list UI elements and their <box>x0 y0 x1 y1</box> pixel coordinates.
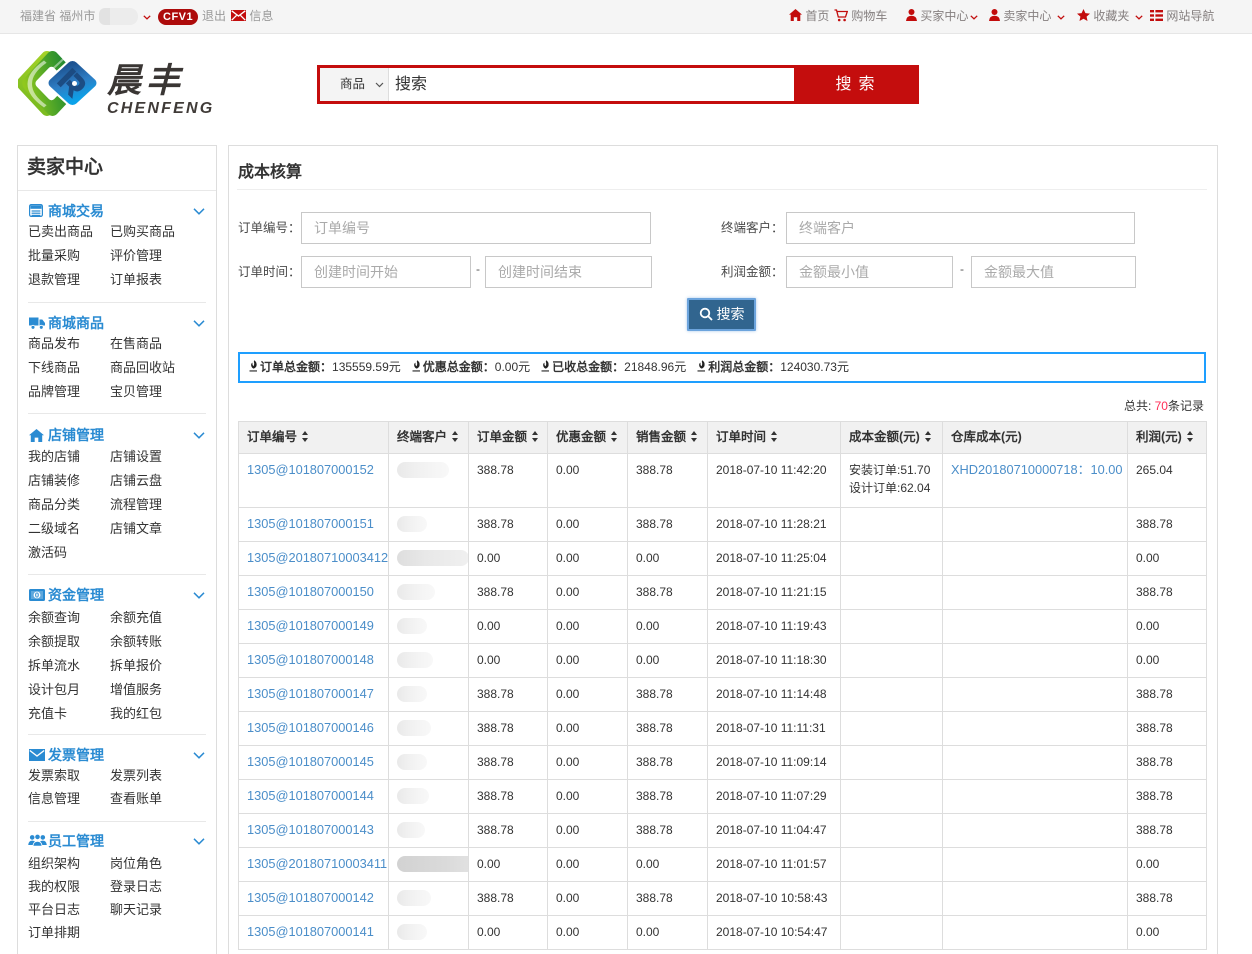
svg-text:0: 0 <box>35 591 39 600</box>
